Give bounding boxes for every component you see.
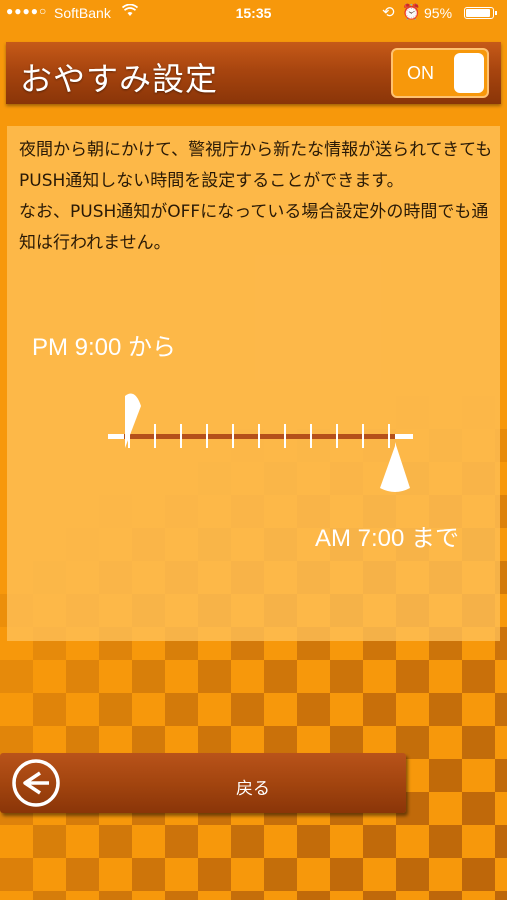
checker-tile xyxy=(99,693,132,726)
checker-tile xyxy=(264,660,297,693)
lock-rotation-icon: ⟲ xyxy=(382,4,395,21)
checker-tile xyxy=(495,825,507,858)
toggle-knob[interactable] xyxy=(454,53,484,93)
checker-tile xyxy=(363,825,396,858)
checker-tile xyxy=(429,825,462,858)
checker-tile xyxy=(198,858,231,891)
checker-tile xyxy=(462,858,495,891)
checker-tile xyxy=(66,660,99,693)
end-handle[interactable] xyxy=(380,442,410,492)
checker-tile xyxy=(99,891,132,900)
checker-tile xyxy=(231,693,264,726)
back-button-label: 戻る xyxy=(236,779,270,799)
checker-tile xyxy=(165,693,198,726)
checker-tile xyxy=(462,726,495,759)
alarm-icon: ⏰ xyxy=(402,4,421,21)
description-text: 夜間から朝にかけて、警視庁から新たな情報が送られてきてもPUSH通知しない時間を… xyxy=(19,135,494,259)
checker-tile xyxy=(165,825,198,858)
checker-tile xyxy=(33,825,66,858)
time-range-slider[interactable] xyxy=(97,388,427,518)
checker-tile xyxy=(495,693,507,726)
checker-tile xyxy=(66,858,99,891)
checker-tile xyxy=(198,660,231,693)
end-time-label: AM 7:00 まで xyxy=(315,525,460,552)
checker-tile xyxy=(0,858,33,891)
slider-right-cap xyxy=(395,434,413,439)
checker-tile xyxy=(363,891,396,900)
description-paragraph-1: 夜間から朝にかけて、警視庁から新たな情報が送られてきてもPUSH通知しない時間を… xyxy=(19,140,493,191)
settings-panel: 夜間から朝にかけて、警視庁から新たな情報が送られてきてもPUSH通知しない時間を… xyxy=(7,126,500,641)
checker-tile xyxy=(231,891,264,900)
checker-tile xyxy=(132,660,165,693)
checker-tile xyxy=(396,858,429,891)
checker-tile xyxy=(0,660,33,693)
checker-tile xyxy=(231,825,264,858)
slider-left-cap xyxy=(108,434,125,439)
checker-tile xyxy=(264,858,297,891)
back-button[interactable]: 戻る xyxy=(0,753,406,813)
sleep-mode-toggle[interactable]: ON xyxy=(391,48,489,98)
description-paragraph-2: なお、PUSH通知がOFFになっている場合設定外の時間でも通知は行われません。 xyxy=(19,202,489,253)
status-bar: ●●●●○ SoftBank 15:35 ⟲ ⏰ 95% xyxy=(0,0,507,28)
checker-tile xyxy=(132,858,165,891)
checker-tile xyxy=(363,693,396,726)
checker-tile xyxy=(429,891,462,900)
checker-tile xyxy=(99,825,132,858)
checker-tile xyxy=(495,891,507,900)
checker-tile xyxy=(330,858,363,891)
checker-tile xyxy=(297,891,330,900)
checker-tile xyxy=(330,660,363,693)
header-bar: おやすみ設定 ON xyxy=(6,42,501,104)
checker-tile xyxy=(396,660,429,693)
checker-tile xyxy=(429,693,462,726)
toggle-label: ON xyxy=(407,63,434,83)
checker-tile xyxy=(33,693,66,726)
checker-tile xyxy=(165,891,198,900)
page-title: おやすみ設定 xyxy=(20,60,219,98)
start-handle[interactable] xyxy=(125,393,141,448)
battery-icon xyxy=(464,7,497,19)
checker-tile xyxy=(297,825,330,858)
checker-tile xyxy=(462,660,495,693)
start-time-label: PM 9:00 から xyxy=(32,334,177,361)
battery-percentage: 95% xyxy=(424,5,453,21)
checker-tile xyxy=(297,693,330,726)
checker-tile xyxy=(33,891,66,900)
